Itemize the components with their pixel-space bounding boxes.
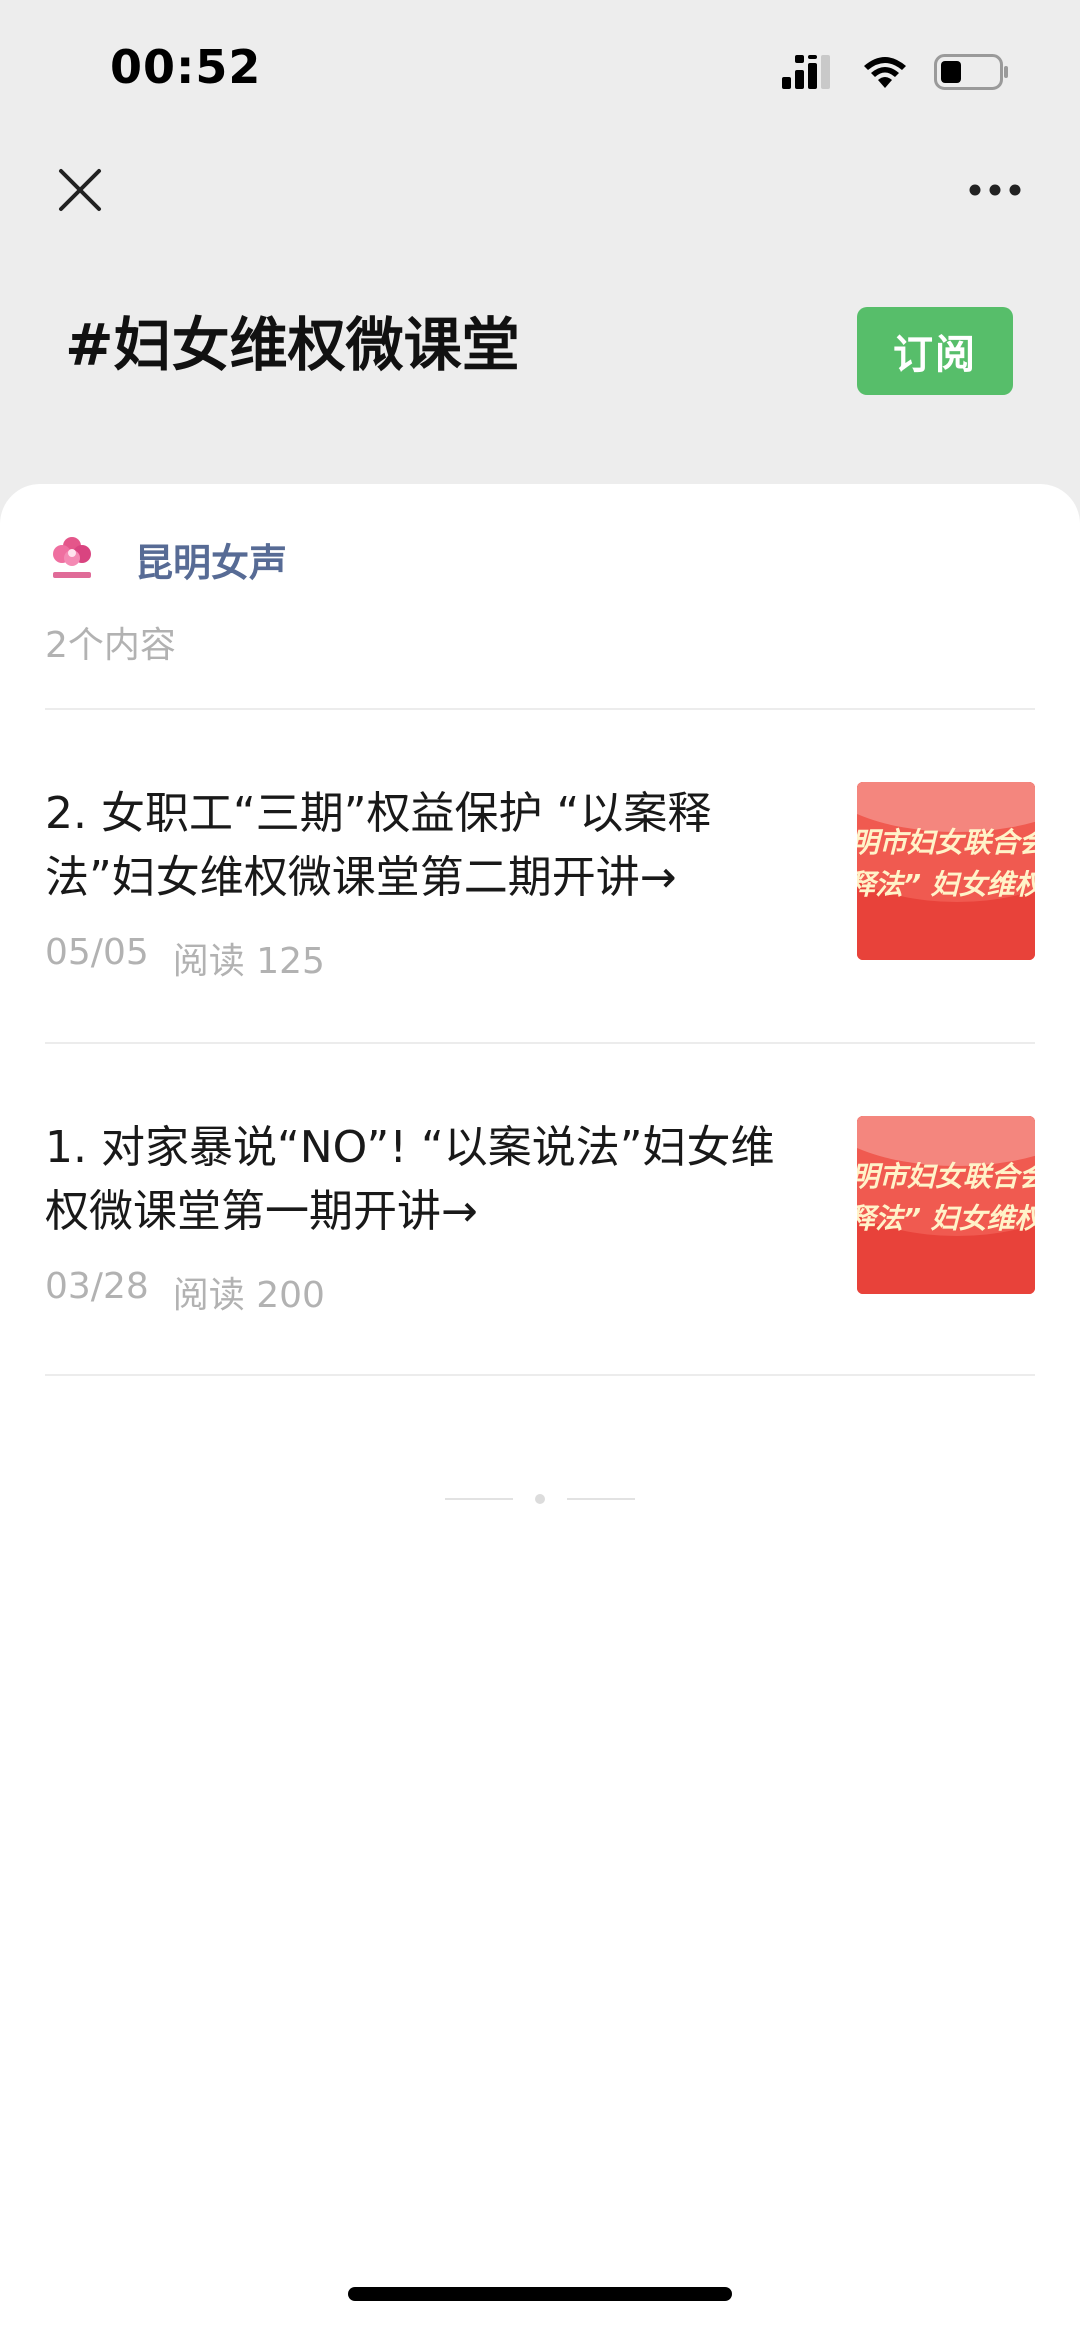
article-item[interactable]: 2. 女职工“三期”权益保护 “以案释法”妇女维权微课堂第二期开讲→ 05/05… (45, 782, 1035, 1032)
article-title: 2. 女职工“三期”权益保护 “以案释法”妇女维权微课堂第二期开讲→ (45, 788, 712, 903)
flower-logo-icon (45, 532, 99, 586)
end-line-left (445, 1498, 513, 1500)
cellular-signal-icon (782, 55, 830, 89)
account-row[interactable]: 昆明女声 (45, 524, 287, 594)
page-title: #妇女维权微课堂 (65, 311, 520, 379)
content-count: 2个内容 (45, 625, 176, 666)
more-dots-icon (969, 184, 1021, 196)
account-name: 昆明女声 (135, 540, 288, 585)
article-title: 1. 对家暴说“NO”! “以案说法”妇女维权微课堂第一期开讲→ (45, 1122, 775, 1237)
article-thumbnail: 明市妇女联合会 释法” 妇女维权 (857, 1116, 1035, 1294)
end-line-right (567, 1498, 635, 1500)
status-bar: 00:52 (0, 0, 1080, 140)
home-indicator[interactable] (348, 2287, 732, 2301)
article-thumbnail: 明市妇女联合会 释法” 妇女维权 (857, 782, 1035, 960)
article-reads: 阅读 125 (172, 941, 325, 982)
article-date: 05/05 (45, 932, 149, 973)
article-reads: 阅读 200 (172, 1275, 325, 1316)
close-icon (59, 169, 101, 211)
thumb-text-line2: 释法” 妇女维权 (857, 868, 1035, 901)
thumb-text-line2: 释法” 妇女维权 (857, 1202, 1035, 1235)
divider (45, 708, 1035, 710)
divider (45, 1042, 1035, 1044)
end-of-list-indicator (440, 1489, 640, 1509)
wifi-icon (864, 57, 906, 88)
article-date: 03/28 (45, 1266, 149, 1307)
status-icons (782, 50, 1010, 94)
content-card: 昆明女声 2个内容 2. 女职工“三期”权益保护 “以案释法”妇女维权微课堂第二… (0, 484, 1080, 2337)
thumb-text-line1: 明市妇女联合会 (857, 826, 1035, 859)
more-options-button[interactable] (960, 165, 1030, 215)
close-button[interactable] (50, 160, 110, 220)
thumb-text-line1: 明市妇女联合会 (857, 1160, 1035, 1193)
divider (45, 1374, 1035, 1376)
battery-icon (934, 54, 1008, 90)
end-dot (535, 1494, 545, 1504)
subscribe-button[interactable]: 订阅 (857, 307, 1013, 395)
article-item[interactable]: 1. 对家暴说“NO”! “以案说法”妇女维权微课堂第一期开讲→ 03/28 阅… (45, 1116, 1035, 1366)
status-time: 00:52 (110, 40, 262, 94)
article-meta: 03/28 阅读 200 (45, 1266, 325, 1318)
article-meta: 05/05 阅读 125 (45, 932, 325, 984)
